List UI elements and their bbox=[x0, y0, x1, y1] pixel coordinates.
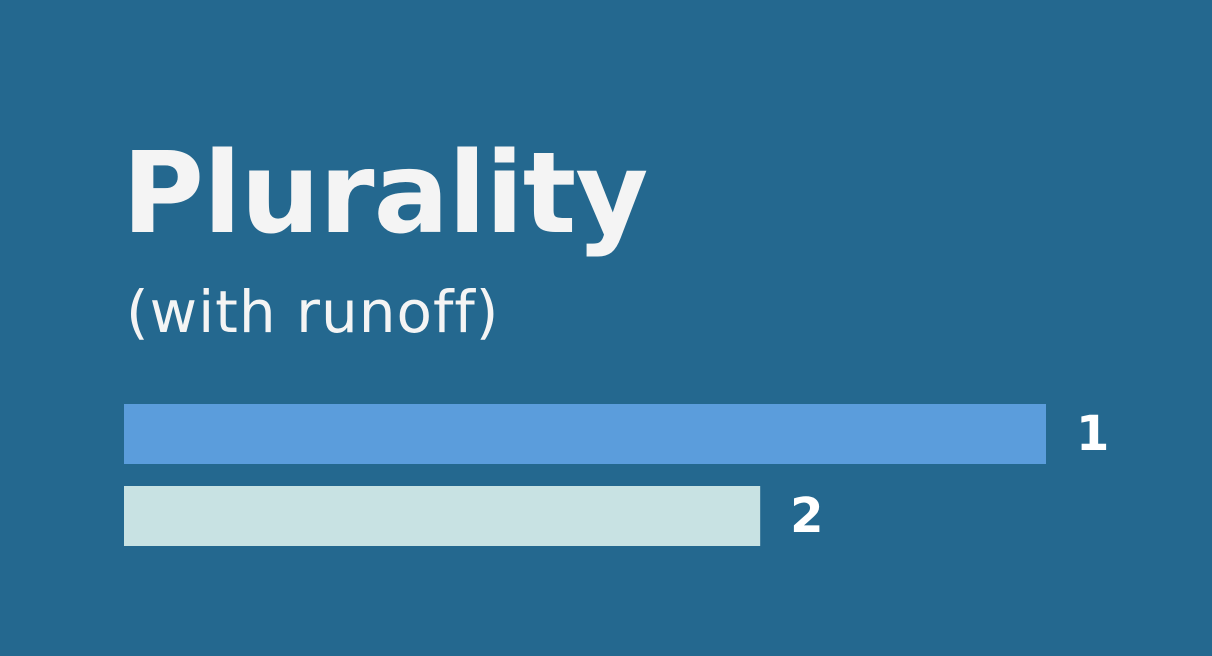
bar-chart: 12 bbox=[124, 404, 1109, 546]
bar-label-1: 1 bbox=[1076, 406, 1109, 462]
chart-canvas: Plurality (with runoff) 12 bbox=[0, 0, 1212, 656]
bar-1 bbox=[124, 404, 1046, 464]
bar-label-2: 2 bbox=[790, 488, 823, 544]
bar-2 bbox=[124, 486, 761, 546]
